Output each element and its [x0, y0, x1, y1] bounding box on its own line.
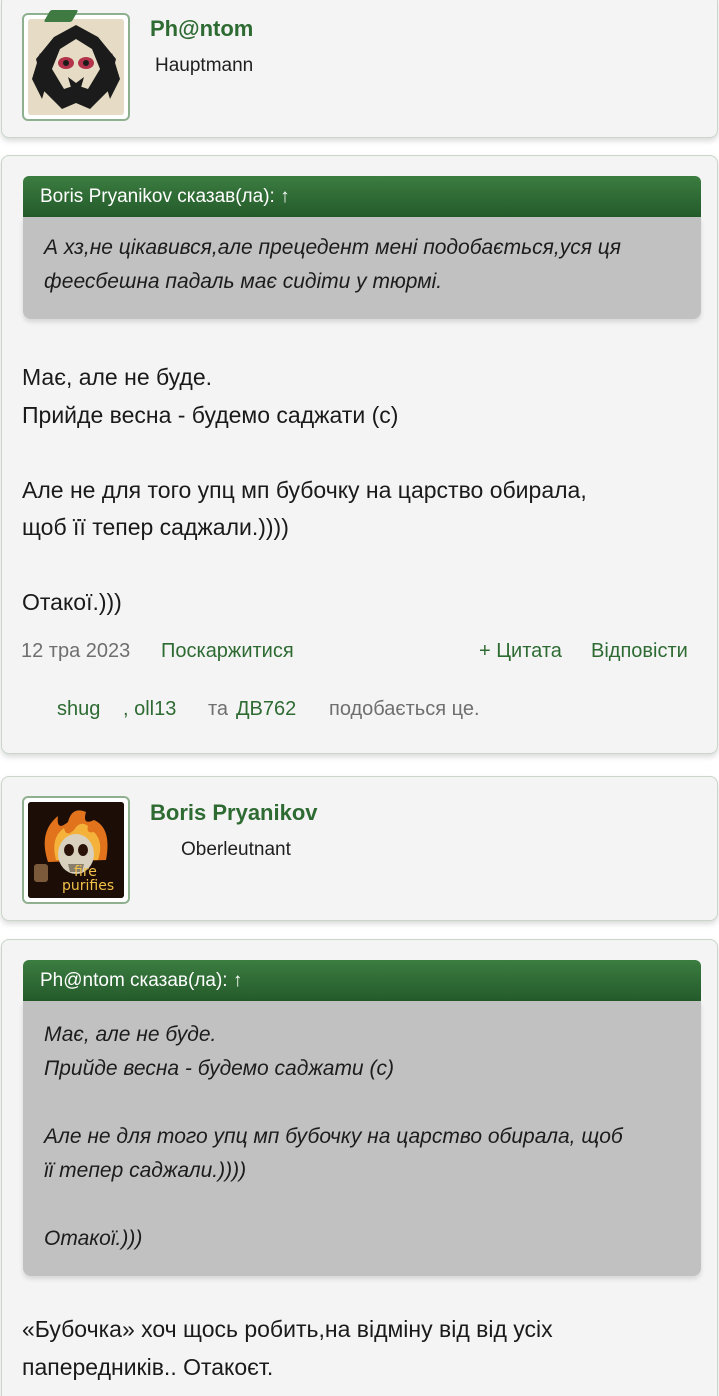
avatar-caption: purifies — [62, 878, 115, 894]
post-date[interactable]: 12 тра 2023 — [21, 640, 130, 663]
quote-line: феесбешна падаль має сидіти у тюрмі. — [44, 270, 443, 293]
message-body: Має, але не буде. Прийде весна - будемо … — [22, 359, 702, 622]
message-line: Прийде весна - будемо саджати (с) — [22, 401, 399, 428]
message-line: Має, але не буде. — [22, 364, 213, 390]
avatar[interactable]: fire purifies — [22, 796, 130, 904]
quote-line — [44, 1086, 681, 1120]
message-line: папередників.. Отакоєт. — [22, 1353, 274, 1380]
likes-suffix-text: подобається це. — [329, 698, 480, 720]
avatar[interactable] — [22, 13, 130, 121]
quote-line — [44, 1188, 681, 1222]
quote-body: А хз,не цікавився,але прецедент мені под… — [23, 217, 701, 319]
message-line: Але не для того упц мп бубочку на царств… — [22, 476, 587, 503]
message-line: Отакої.))) — [22, 589, 122, 615]
post-card: Ph@ntom сказав(ла): ↑ Має, але не буде. … — [1, 939, 718, 1396]
username[interactable]: Boris Pryanikov — [150, 800, 318, 826]
like-user-link[interactable]: , oll13 — [123, 698, 176, 721]
quote-block: Boris Pryanikov сказав(ла): ↑ А хз,не ці… — [23, 176, 701, 319]
message-line: «Бубочка» хоч щось робить,на відміну від… — [22, 1316, 553, 1342]
likes-and-text: та — [208, 698, 229, 720]
user-rank: Oberleutnant — [181, 839, 291, 860]
quote-line: Отакої.))) — [44, 1227, 143, 1250]
quote-header[interactable]: Ph@ntom сказав(ла): ↑ — [23, 960, 701, 1001]
quote-line: Має, але не буде. — [44, 1023, 217, 1046]
like-user-link[interactable]: shug — [57, 698, 100, 721]
quote-button[interactable]: + Цитата — [479, 640, 562, 663]
quote-line: її тепер саджали.)))) — [44, 1159, 247, 1182]
reply-button[interactable]: Відповісти — [591, 640, 688, 663]
user-card-boris: fire purifies Boris Pryanikov Oberleutna… — [1, 776, 718, 921]
message-line — [22, 547, 702, 585]
username[interactable]: Ph@ntom — [150, 16, 253, 42]
report-link[interactable]: Поскаржитися — [161, 640, 294, 663]
user-rank: Hauptmann — [155, 55, 254, 76]
post-card: Boris Pryanikov сказав(ла): ↑ А хз,не ці… — [1, 155, 718, 754]
message-body: «Бубочка» хоч щось робить,на відміну від… — [22, 1311, 702, 1386]
message-line: щоб її тепер саджали.)))) — [22, 514, 289, 540]
quote-header[interactable]: Boris Pryanikov сказав(ла): ↑ — [23, 176, 701, 217]
message-line — [22, 434, 702, 472]
tribal-mask-icon — [28, 19, 124, 115]
user-card-phantom: Ph@ntom Hauptmann — [1, 0, 718, 138]
quote-block: Ph@ntom сказав(ла): ↑ Має, але не буде. … — [23, 960, 701, 1276]
quote-line: А хз,не цікавився,але прецедент мені под… — [44, 236, 621, 259]
quote-body: Має, але не буде. Прийде весна - будемо … — [23, 1001, 701, 1276]
quote-line: Але не для того упц мп бубочку на царств… — [44, 1125, 623, 1148]
like-user-link[interactable]: ДВ762 — [236, 698, 296, 721]
quote-line: Прийде весна - будемо саджати (с) — [44, 1057, 394, 1080]
